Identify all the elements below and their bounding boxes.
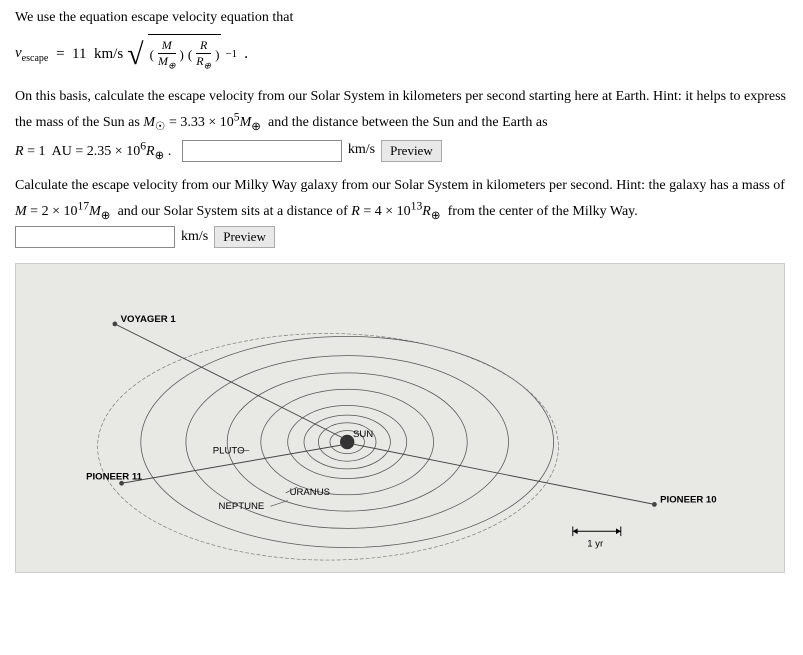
problem1-block: On this basis, calculate the escape velo…: [15, 86, 788, 165]
year-label: 1 yr: [587, 539, 604, 550]
problem2-block: Calculate the escape velocity from our M…: [15, 175, 788, 249]
pioneer10-label: PIONEER 10: [660, 495, 716, 506]
problem1-answer-input[interactable]: [182, 140, 342, 162]
problem2-answer-input[interactable]: [15, 226, 175, 248]
problem2-unit: km/s: [181, 226, 208, 248]
pioneer11-label: PIONEER 11: [86, 472, 143, 483]
problem2-input-line: km/s Preview: [15, 226, 275, 248]
sqrt-symbol: √: [127, 41, 143, 68]
neptune-label: NEPTUNE: [219, 501, 265, 512]
sun-label: SUN: [353, 429, 373, 440]
v-escape-symbol: vescape: [15, 45, 48, 64]
solar-system-diagram: SUN VOYAGER 1 PIONEER 11 PIONEER 10 PLUT…: [15, 263, 785, 573]
problem1-input-line: km/s Preview: [182, 139, 442, 161]
problem1-unit: km/s: [348, 139, 375, 161]
problem1-math: R = 1 AU = 2.35 × 106R⊕ .: [15, 144, 178, 159]
diagram-svg: SUN VOYAGER 1 PIONEER 11 PIONEER 10 PLUT…: [26, 274, 774, 562]
problem2-text: Calculate the escape velocity from our M…: [15, 178, 785, 219]
neg-one-exponent: −1: [225, 48, 237, 60]
equals-sign: = 11 km/s: [52, 46, 123, 63]
intro-text: We use the equation escape velocity equa…: [15, 10, 788, 26]
period: .: [244, 45, 248, 63]
problem1-text: On this basis, calculate the escape velo…: [15, 89, 786, 130]
voyager1-label: VOYAGER 1: [121, 314, 177, 325]
problem1-preview-button[interactable]: Preview: [381, 140, 442, 162]
uranus-label: URANUS: [290, 487, 330, 498]
sqrt-content: ( M M⊕ ) ( R R⊕ ): [148, 34, 222, 74]
problem2-preview-button[interactable]: Preview: [214, 226, 275, 248]
main-equation: vescape = 11 km/s √ ( M M⊕ ) ( R R⊕ ) −1…: [15, 34, 788, 74]
